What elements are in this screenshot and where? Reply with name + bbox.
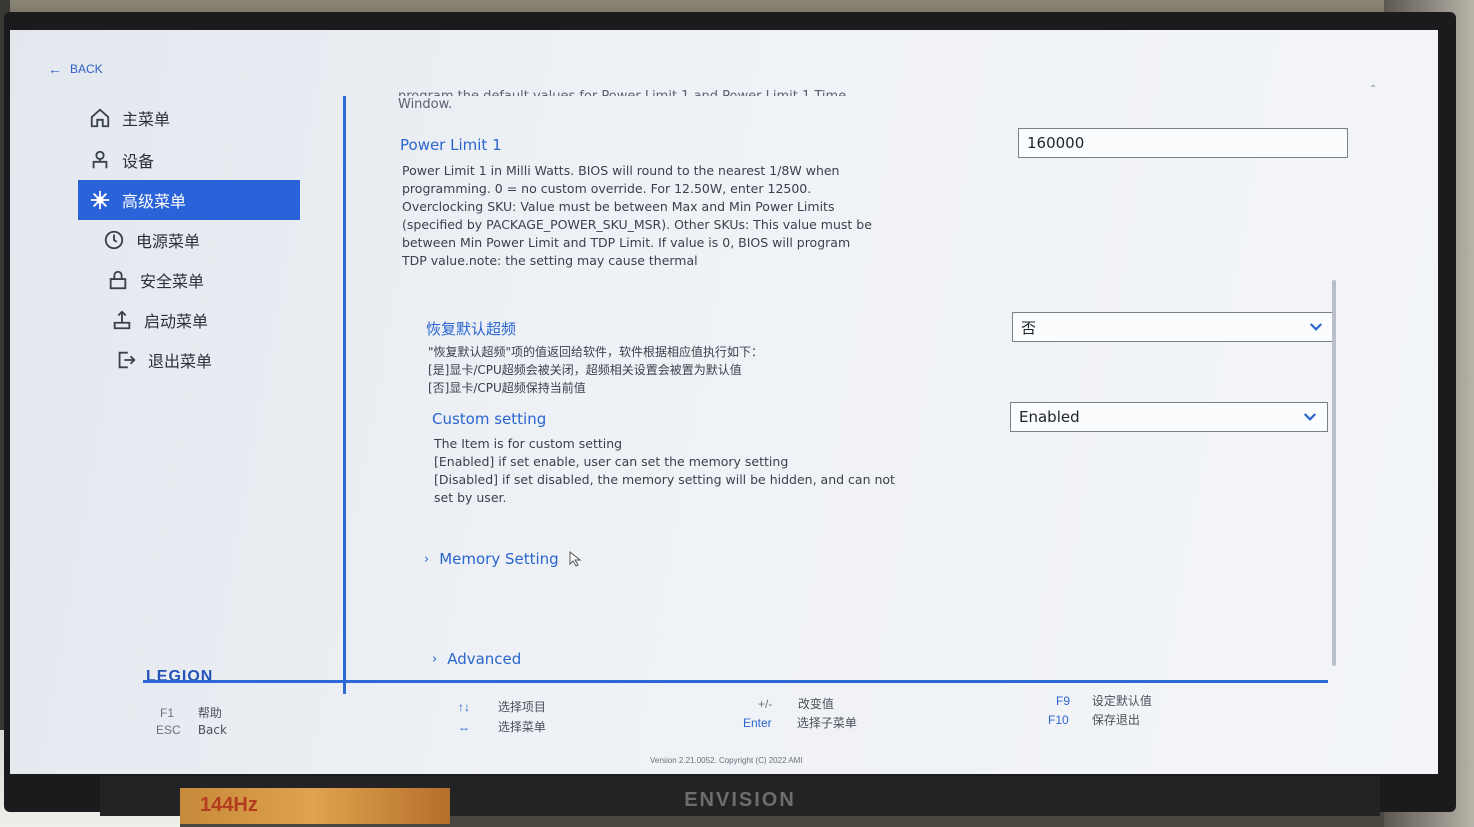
footer-divider [143,680,1328,683]
help-label: 改变值 [797,697,834,711]
sidebar-item-label: 退出菜单 [148,352,213,371]
power-limit-title[interactable]: Power Limit 1 [400,136,502,154]
restore-oc-description: "恢复默认超频"项的值返回给软件，软件根据相应值执行如下： [是]显卡/CPU超… [428,343,928,397]
sidebar-item-advanced[interactable]: 高级菜单 [78,180,300,220]
back-arrow-icon: ← [48,61,62,77]
help-label: 选择项目 [497,700,546,714]
scroll-up-icon[interactable]: ⌃ [1369,84,1377,95]
help-key: Enter [743,716,772,730]
monitor-sticker: 144Hz [180,788,450,824]
scrollbar[interactable] [1332,280,1336,666]
submenu-label: Memory Setting [439,550,559,568]
help-key: ↑↓ [458,700,470,714]
chevron-down-icon [1303,413,1317,421]
back-label: BACK [70,62,103,76]
help-key: +/- [758,697,773,711]
help-f9: F9 设定默认值 [1056,692,1152,709]
bios-screen: ← BACK 主菜单 设备 高级菜单 电源菜单 安全菜单 启动菜单 退出菜单 L… [10,30,1438,774]
sidebar-item-devices[interactable]: 设备 [78,140,300,180]
desc-line: "恢复默认超频"项的值返回给软件，软件根据相应值执行如下： [428,345,764,359]
help-label: 选择菜单 [497,720,546,734]
submenu-advanced[interactable]: › Advanced [432,650,521,668]
exit-icon [104,349,148,371]
desc-line: [否]显卡/CPU超频保持当前值 [428,381,586,395]
monitor-brand: ENVISION [684,789,796,811]
device-icon [78,149,122,171]
help-key: F10 [1048,713,1069,727]
desc-line: between Min Power Limit and TDP Limit. I… [402,235,851,250]
boot-icon [100,309,144,331]
restore-oc-dropdown[interactable]: 否 [1012,312,1334,342]
desc-line: Power Limit 1 in Milli Watts. BIOS will … [402,163,840,178]
legion-logo: LEGION [146,668,214,685]
help-key: F9 [1056,694,1071,708]
help-leftright: ↔ 选择菜单 [458,718,546,735]
chevron-right-icon: › [424,551,430,567]
help-key: ↔ [458,720,470,734]
help-f10: F10 保存退出 [1048,711,1140,728]
custom-setting-description: The Item is for custom setting [Enabled]… [434,435,934,507]
help-label: 选择子菜单 [796,716,857,730]
sidebar-item-label: 安全菜单 [140,272,205,291]
mouse-cursor-icon [569,551,582,567]
settings-panel: program the default values for Power Lim… [398,70,1348,676]
desc-line: TDP value.note: the setting may cause th… [402,253,698,268]
help-updown: ↑↓ 选择项目 [458,698,546,715]
desc-line: set by user. [434,490,507,505]
advanced-icon [78,189,122,211]
help-key: F1 [160,706,175,720]
desc-line: Overclocking SKU: Value must be between … [402,199,835,214]
sidebar-item-power[interactable]: 电源菜单 [92,220,314,260]
cut-off-line: program the default values for Power Lim… [398,88,918,96]
chevron-right-icon: › [432,651,438,667]
submenu-label: Advanced [447,650,522,668]
custom-setting-title[interactable]: Custom setting [432,410,546,428]
power-limit-input[interactable]: 160000 [1018,128,1348,158]
help-key: ESC [156,723,181,737]
help-esc: ESC Back [156,723,227,737]
submenu-memory-setting[interactable]: › Memory Setting [424,550,583,568]
power-icon [92,229,136,251]
sidebar-item-exit[interactable]: 退出菜单 [104,340,326,380]
desc-line: programming. 0 = no custom override. For… [402,181,812,196]
help-label: 保存退出 [1091,713,1140,727]
desc-line: [Enabled] if set enable, user can set th… [434,454,789,469]
help-label: 设定默认值 [1091,694,1152,708]
sidebar-item-label: 高级菜单 [122,192,187,211]
desc-line: [Disabled] if set disabled, the memory s… [434,472,895,487]
help-change: +/- 改变值 [758,695,834,712]
desc-line: The Item is for custom setting [434,436,623,451]
home-icon [78,107,122,129]
desc-line: (specified by PACKAGE_POWER_SKU_MSR). Ot… [402,217,872,232]
cut-off-line: Window. [398,97,453,112]
sidebar-item-label: 电源菜单 [136,232,201,251]
cut-off-description: program the default values for Power Lim… [398,84,918,114]
version-text: Version 2.21.0052. Copyright (C) 2022 AM… [650,756,803,765]
chevron-down-icon [1309,323,1323,331]
sidebar-item-label: 设备 [122,152,155,171]
desc-line: [是]显卡/CPU超频会被关闭，超频相关设置会被置为默认值 [428,363,742,377]
dropdown-value: Enabled [1019,408,1080,426]
sidebar-item-boot[interactable]: 启动菜单 [100,300,322,340]
sidebar-item-main[interactable]: 主菜单 [78,98,300,138]
help-label: Back [197,723,227,737]
nav-divider [343,96,346,694]
back-button[interactable]: ← BACK [48,60,103,78]
lock-icon [96,269,140,291]
sidebar-item-label: 主菜单 [122,110,171,129]
restore-oc-title[interactable]: 恢复默认超频 [426,318,516,339]
help-f1: F1 帮助 [160,704,222,721]
custom-setting-dropdown[interactable]: Enabled [1010,402,1328,432]
sidebar-item-label: 启动菜单 [144,312,209,331]
power-limit-description: Power Limit 1 in Milli Watts. BIOS will … [402,162,902,270]
help-label: 帮助 [197,706,222,720]
dropdown-value: 否 [1021,318,1037,337]
sidebar-item-security[interactable]: 安全菜单 [96,260,318,300]
help-enter: Enter 选择子菜单 [743,714,857,731]
